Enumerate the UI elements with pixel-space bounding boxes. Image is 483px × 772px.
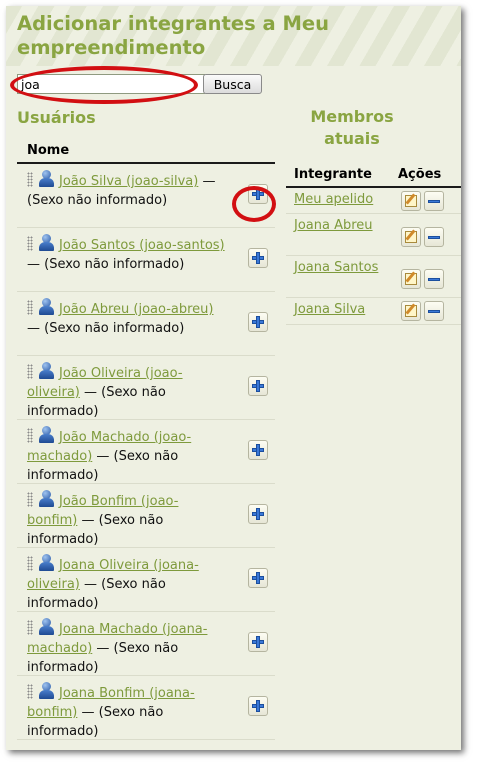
minus-icon [428, 200, 440, 203]
members-table: Integrante Ações Meu apelido Joana Abreu… [286, 164, 461, 325]
member-link[interactable]: Joana Silva [294, 300, 389, 319]
user-icon [38, 490, 55, 507]
members-table-header: Integrante Ações [286, 164, 461, 188]
users-table: Nome João Silva (joao-silva) — (Sexo não… [17, 140, 275, 740]
remove-member-button[interactable] [424, 301, 444, 321]
edit-member-button[interactable] [401, 227, 421, 247]
page-title: Adicionar integrantes a Meu empreendimen… [17, 12, 329, 59]
edit-icon [405, 231, 417, 243]
remove-member-button[interactable] [424, 191, 444, 211]
search-annotation-circle [10, 66, 198, 104]
drag-handle-icon[interactable] [27, 428, 33, 443]
minus-icon [428, 236, 440, 239]
edit-icon [405, 305, 417, 317]
user-gender: — (Sexo não informado) [27, 321, 185, 336]
drag-handle-icon[interactable] [27, 556, 33, 571]
user-icon [38, 618, 55, 635]
edit-member-button[interactable] [401, 191, 421, 211]
main-window: Adicionar integrantes a Meu empreendimen… [6, 6, 461, 750]
member-row: Joana Abreu [286, 214, 461, 256]
member-row: Meu apelido [286, 188, 461, 214]
add-member-button[interactable] [248, 632, 268, 652]
drag-handle-icon[interactable] [27, 684, 33, 699]
user-icon [38, 554, 55, 571]
remove-member-button[interactable] [424, 269, 444, 289]
drag-handle-icon[interactable] [27, 172, 33, 187]
members-title: Membros atuais [310, 107, 394, 148]
column-header-acoes: Ações [398, 167, 442, 182]
add-member-button[interactable] [248, 504, 268, 524]
table-row: Joana Bonfim (joana-bonfim) — (Sexo não … [17, 676, 275, 740]
add-member-button[interactable] [248, 440, 268, 460]
member-row: Joana Santos [286, 256, 461, 298]
column-header-integrante: Integrante [294, 167, 372, 182]
user-icon [38, 426, 55, 443]
remove-member-button[interactable] [424, 227, 444, 247]
add-member-button[interactable] [248, 376, 268, 396]
table-row: João Bonfim (joao-bonfim) — (Sexo não in… [17, 484, 275, 548]
user-icon [38, 234, 55, 251]
add-member-button[interactable] [248, 568, 268, 588]
table-row: Joana Machado (joana-machado) — (Sexo nã… [17, 612, 275, 676]
edit-member-button[interactable] [401, 301, 421, 321]
table-row: João Santos (joao-santos) — (Sexo não in… [17, 228, 275, 292]
user-icon [38, 298, 55, 315]
drag-handle-icon[interactable] [27, 492, 33, 507]
table-row: João Machado (joao-machado) — (Sexo não … [17, 420, 275, 484]
user-link[interactable]: João Santos (joao-santos) [59, 238, 225, 253]
user-link[interactable]: João Silva (joao-silva) [59, 174, 198, 189]
table-row: João Oliveira (joao-oliveira) — (Sexo nã… [17, 356, 275, 420]
table-row: Joana Oliveira (joana-oliveira) — (Sexo … [17, 548, 275, 612]
member-link[interactable]: Meu apelido [294, 190, 389, 209]
drag-handle-icon[interactable] [27, 300, 33, 315]
table-row: João Abreu (joao-abreu) — (Sexo não info… [17, 292, 275, 356]
user-icon [38, 170, 55, 187]
drag-handle-icon[interactable] [27, 364, 33, 379]
add-button-annotation-circle [232, 186, 276, 222]
user-link[interactable]: João Abreu (joao-abreu) [59, 302, 214, 317]
add-member-button[interactable] [248, 312, 268, 332]
minus-icon [428, 310, 440, 313]
add-member-button[interactable] [248, 696, 268, 716]
user-gender: — (Sexo não informado) [27, 257, 185, 272]
minus-icon [428, 278, 440, 281]
member-link[interactable]: Joana Abreu [294, 216, 389, 235]
edit-icon [405, 195, 417, 207]
drag-handle-icon[interactable] [27, 236, 33, 251]
member-row: Joana Silva [286, 298, 461, 325]
member-link[interactable]: Joana Santos [294, 258, 389, 277]
edit-icon [405, 273, 417, 285]
user-icon [38, 362, 55, 379]
edit-member-button[interactable] [401, 269, 421, 289]
user-icon [38, 682, 55, 699]
search-button[interactable]: Busca [203, 74, 262, 94]
column-header-nome: Nome [17, 140, 275, 164]
add-member-button[interactable] [248, 248, 268, 268]
drag-handle-icon[interactable] [27, 620, 33, 635]
users-title: Usuários [17, 108, 96, 127]
